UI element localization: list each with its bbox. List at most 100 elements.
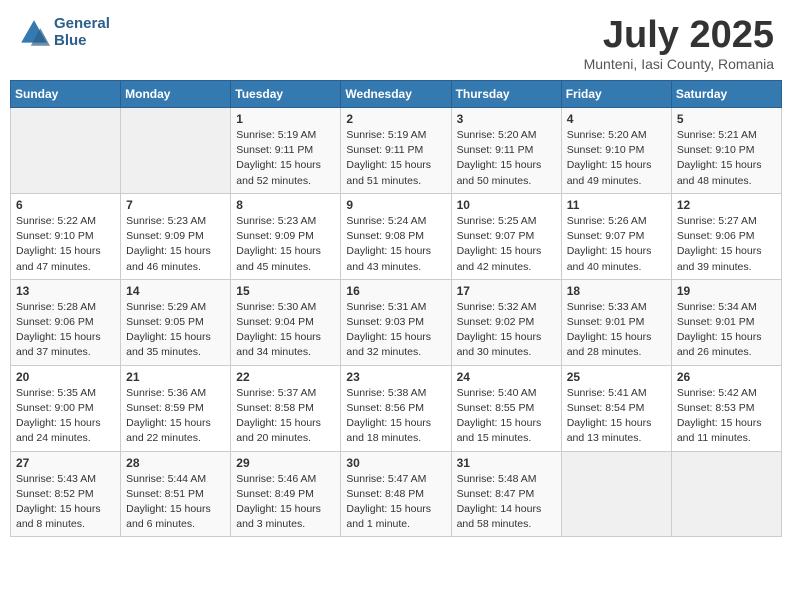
calendar-table: SundayMondayTuesdayWednesdayThursdayFrid… [10, 80, 782, 537]
month-title: July 2025 [584, 16, 774, 54]
day-info: Sunrise: 5:41 AM Sunset: 8:54 PM Dayligh… [567, 386, 666, 447]
calendar-cell: 2 Sunrise: 5:19 AM Sunset: 9:11 PM Daylig… [341, 108, 451, 194]
day-info: Sunrise: 5:35 AM Sunset: 9:00 PM Dayligh… [16, 386, 115, 447]
weekday-header: Wednesday [341, 81, 451, 108]
calendar-cell: 20 Sunrise: 5:35 AM Sunset: 9:00 PM Dayli… [11, 365, 121, 451]
calendar-cell: 12 Sunrise: 5:27 AM Sunset: 9:06 PM Dayli… [671, 193, 781, 279]
day-info: Sunrise: 5:20 AM Sunset: 9:11 PM Dayligh… [457, 128, 556, 189]
day-number: 30 [346, 456, 445, 470]
day-number: 1 [236, 112, 335, 126]
day-info: Sunrise: 5:28 AM Sunset: 9:06 PM Dayligh… [16, 300, 115, 361]
day-info: Sunrise: 5:26 AM Sunset: 9:07 PM Dayligh… [567, 214, 666, 275]
day-number: 23 [346, 370, 445, 384]
day-info: Sunrise: 5:22 AM Sunset: 9:10 PM Dayligh… [16, 214, 115, 275]
calendar-cell: 3 Sunrise: 5:20 AM Sunset: 9:11 PM Daylig… [451, 108, 561, 194]
calendar-cell: 29 Sunrise: 5:46 AM Sunset: 8:49 PM Dayli… [231, 451, 341, 537]
day-info: Sunrise: 5:40 AM Sunset: 8:55 PM Dayligh… [457, 386, 556, 447]
day-number: 8 [236, 198, 335, 212]
calendar-week-row: 27Sunrise: 5:43 AM Sunset: 8:52 PM Dayli… [11, 451, 782, 537]
day-number: 27 [16, 456, 115, 470]
day-number: 6 [16, 198, 115, 212]
calendar-week-row: 1 Sunrise: 5:19 AM Sunset: 9:11 PM Daylig… [11, 108, 782, 194]
calendar-cell: 27Sunrise: 5:43 AM Sunset: 8:52 PM Dayli… [11, 451, 121, 537]
day-number: 25 [567, 370, 666, 384]
day-info: Sunrise: 5:23 AM Sunset: 9:09 PM Dayligh… [126, 214, 225, 275]
day-info: Sunrise: 5:36 AM Sunset: 8:59 PM Dayligh… [126, 386, 225, 447]
day-info: Sunrise: 5:19 AM Sunset: 9:11 PM Dayligh… [346, 128, 445, 189]
calendar-cell: 24 Sunrise: 5:40 AM Sunset: 8:55 PM Dayli… [451, 365, 561, 451]
calendar-cell: 23 Sunrise: 5:38 AM Sunset: 8:56 PM Dayli… [341, 365, 451, 451]
day-number: 21 [126, 370, 225, 384]
calendar-cell [561, 451, 671, 537]
day-number: 29 [236, 456, 335, 470]
weekday-header: Sunday [11, 81, 121, 108]
day-info: Sunrise: 5:31 AM Sunset: 9:03 PM Dayligh… [346, 300, 445, 361]
day-number: 24 [457, 370, 556, 384]
day-info: Sunrise: 5:34 AM Sunset: 9:01 PM Dayligh… [677, 300, 776, 361]
page-header: General Blue July 2025 Munteni, Iasi Cou… [10, 10, 782, 72]
logo-line2: Blue [54, 33, 110, 50]
calendar-cell: 1 Sunrise: 5:19 AM Sunset: 9:11 PM Daylig… [231, 108, 341, 194]
calendar-cell: 15 Sunrise: 5:30 AM Sunset: 9:04 PM Dayli… [231, 279, 341, 365]
day-number: 17 [457, 284, 556, 298]
day-info: Sunrise: 5:19 AM Sunset: 9:11 PM Dayligh… [236, 128, 335, 189]
logo-text: General Blue [54, 16, 110, 49]
day-info: Sunrise: 5:42 AM Sunset: 8:53 PM Dayligh… [677, 386, 776, 447]
day-number: 14 [126, 284, 225, 298]
day-number: 11 [567, 198, 666, 212]
day-number: 19 [677, 284, 776, 298]
day-number: 15 [236, 284, 335, 298]
day-number: 2 [346, 112, 445, 126]
calendar-cell: 13Sunrise: 5:28 AM Sunset: 9:06 PM Dayli… [11, 279, 121, 365]
calendar-cell [11, 108, 121, 194]
weekday-header: Saturday [671, 81, 781, 108]
day-info: Sunrise: 5:37 AM Sunset: 8:58 PM Dayligh… [236, 386, 335, 447]
title-block: July 2025 Munteni, Iasi County, Romania [584, 16, 774, 72]
calendar-cell: 19 Sunrise: 5:34 AM Sunset: 9:01 PM Dayli… [671, 279, 781, 365]
day-info: Sunrise: 5:46 AM Sunset: 8:49 PM Dayligh… [236, 472, 335, 533]
logo-line1: General [54, 16, 110, 33]
day-info: Sunrise: 5:20 AM Sunset: 9:10 PM Dayligh… [567, 128, 666, 189]
calendar-cell: 9 Sunrise: 5:24 AM Sunset: 9:08 PM Daylig… [341, 193, 451, 279]
weekday-header: Friday [561, 81, 671, 108]
weekday-header: Thursday [451, 81, 561, 108]
calendar-cell [671, 451, 781, 537]
day-number: 16 [346, 284, 445, 298]
calendar-cell: 22Sunrise: 5:37 AM Sunset: 8:58 PM Dayli… [231, 365, 341, 451]
day-number: 20 [16, 370, 115, 384]
calendar-cell: 5Sunrise: 5:21 AM Sunset: 9:10 PM Daylig… [671, 108, 781, 194]
day-info: Sunrise: 5:25 AM Sunset: 9:07 PM Dayligh… [457, 214, 556, 275]
day-info: Sunrise: 5:21 AM Sunset: 9:10 PM Dayligh… [677, 128, 776, 189]
day-info: Sunrise: 5:27 AM Sunset: 9:06 PM Dayligh… [677, 214, 776, 275]
calendar-cell: 28 Sunrise: 5:44 AM Sunset: 8:51 PM Dayli… [121, 451, 231, 537]
day-info: Sunrise: 5:24 AM Sunset: 9:08 PM Dayligh… [346, 214, 445, 275]
day-info: Sunrise: 5:30 AM Sunset: 9:04 PM Dayligh… [236, 300, 335, 361]
day-info: Sunrise: 5:23 AM Sunset: 9:09 PM Dayligh… [236, 214, 335, 275]
day-number: 7 [126, 198, 225, 212]
calendar-cell: 11 Sunrise: 5:26 AM Sunset: 9:07 PM Dayli… [561, 193, 671, 279]
day-info: Sunrise: 5:38 AM Sunset: 8:56 PM Dayligh… [346, 386, 445, 447]
day-info: Sunrise: 5:44 AM Sunset: 8:51 PM Dayligh… [126, 472, 225, 533]
weekday-header-row: SundayMondayTuesdayWednesdayThursdayFrid… [11, 81, 782, 108]
day-number: 28 [126, 456, 225, 470]
day-number: 4 [567, 112, 666, 126]
weekday-header: Monday [121, 81, 231, 108]
calendar-cell: 14Sunrise: 5:29 AM Sunset: 9:05 PM Dayli… [121, 279, 231, 365]
day-number: 3 [457, 112, 556, 126]
day-number: 12 [677, 198, 776, 212]
calendar-cell: 25 Sunrise: 5:41 AM Sunset: 8:54 PM Dayli… [561, 365, 671, 451]
calendar-week-row: 20 Sunrise: 5:35 AM Sunset: 9:00 PM Dayli… [11, 365, 782, 451]
day-number: 10 [457, 198, 556, 212]
calendar-cell: 30 Sunrise: 5:47 AM Sunset: 8:48 PM Dayli… [341, 451, 451, 537]
calendar-cell: 10 Sunrise: 5:25 AM Sunset: 9:07 PM Dayli… [451, 193, 561, 279]
calendar-cell: 8 Sunrise: 5:23 AM Sunset: 9:09 PM Daylig… [231, 193, 341, 279]
calendar-cell: 16 Sunrise: 5:31 AM Sunset: 9:03 PM Dayli… [341, 279, 451, 365]
day-info: Sunrise: 5:33 AM Sunset: 9:01 PM Dayligh… [567, 300, 666, 361]
day-info: Sunrise: 5:47 AM Sunset: 8:48 PM Dayligh… [346, 472, 445, 533]
day-number: 9 [346, 198, 445, 212]
calendar-cell: 26Sunrise: 5:42 AM Sunset: 8:53 PM Dayli… [671, 365, 781, 451]
calendar-cell: 6 Sunrise: 5:22 AM Sunset: 9:10 PM Daylig… [11, 193, 121, 279]
logo-icon [18, 17, 50, 49]
day-number: 18 [567, 284, 666, 298]
calendar-cell [121, 108, 231, 194]
